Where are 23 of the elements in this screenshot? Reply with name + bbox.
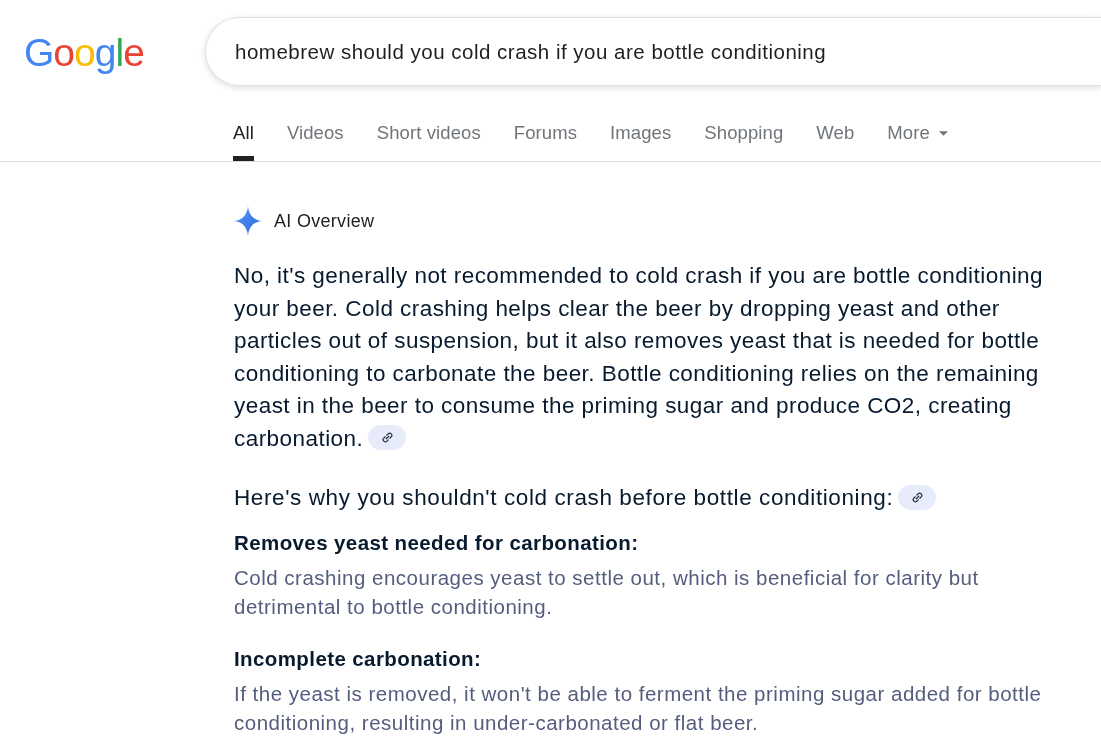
- caret-icon: [938, 130, 948, 136]
- source-link-button[interactable]: [898, 484, 937, 510]
- overview-paragraph: No, it's generally not recommended to cold crash if you are bottle conditioning your beer. Cold crashing helps clear the beer by dropping yeast and other particles out of suspension, but it also removes yeast that is needed for bottle conditioning to carbonate the beer. Bottle conditioning relies on the remaining yeast in the beer to consume the priming sugar and produce CO2, creating carbonation.: [234, 262, 1045, 453]
- lead-sentence: Here's why you shouldn't cold crash before bottle conditioning:: [234, 482, 937, 514]
- search-field[interactable]: homebrew should you cold crash if you are bottle conditioning: [205, 17, 1101, 86]
- tab[interactable]: Forums: [513, 122, 578, 161]
- tab[interactable]: More: [887, 122, 948, 161]
- link-icon: [381, 432, 393, 444]
- tab[interactable]: Videos: [286, 122, 344, 161]
- ai-overview-label: AI Overview: [274, 210, 375, 232]
- tab[interactable]: Shopping: [704, 122, 784, 161]
- link-icon: [911, 491, 923, 503]
- section-text: Cold crashing encourages yeast to settle out, which is beneficial for clarity but detrimental to bottle conditioning.: [234, 565, 980, 620]
- section-text: If the yeast is removed, it won't be able to ferment the priming sugar added for bottle conditioning, resulting in under-carbonated or flat beer.: [234, 681, 1043, 736]
- tab[interactable]: Short videos: [376, 122, 481, 161]
- section-heading: Removes yeast needed for carbonation:: [234, 530, 639, 556]
- tab[interactable]: Web: [816, 122, 855, 161]
- sparkle-icon: [234, 206, 262, 236]
- tab[interactable]: Images: [610, 122, 672, 161]
- section-heading: Incomplete carbonation:: [234, 646, 482, 672]
- tab[interactable]: All: [233, 122, 254, 161]
- google-logo[interactable]: Google: [24, 30, 145, 75]
- source-link-button[interactable]: [368, 425, 407, 451]
